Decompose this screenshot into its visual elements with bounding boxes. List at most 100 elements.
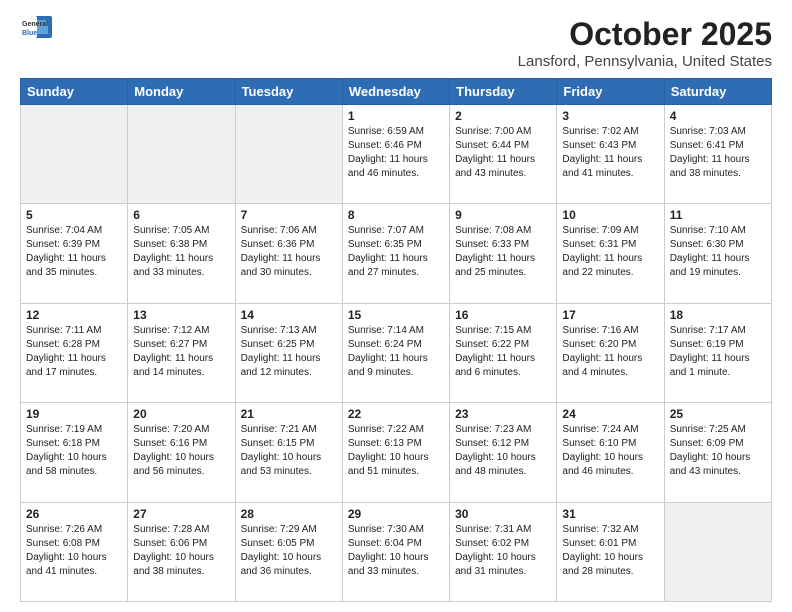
col-sunday: Sunday <box>21 79 128 105</box>
title-block: October 2025 Lansford, Pennsylvania, Uni… <box>518 16 772 70</box>
day-info: Sunrise: 7:21 AM Sunset: 6:15 PM Dayligh… <box>241 423 337 479</box>
calendar-cell: 26Sunrise: 7:26 AM Sunset: 6:08 PM Dayli… <box>21 502 128 601</box>
col-friday: Friday <box>557 79 664 105</box>
day-info: Sunrise: 7:11 AM Sunset: 6:28 PM Dayligh… <box>26 324 122 380</box>
day-info: Sunrise: 7:31 AM Sunset: 6:02 PM Dayligh… <box>455 523 551 579</box>
calendar-cell: 5 Sunrise: 7:04 AM Sunset: 6:39 PM Daylig… <box>21 204 128 303</box>
calendar-table: Sunday Monday Tuesday Wednesday Thursday… <box>20 78 772 602</box>
day-number: 3 <box>562 109 658 123</box>
day-info: Sunrise: 6:59 AM Sunset: 6:46 PM Dayligh… <box>348 125 444 181</box>
day-number: 26 <box>26 507 122 521</box>
day-number: 7 <box>241 208 337 222</box>
day-info: Sunrise: 7:22 AM Sunset: 6:13 PM Dayligh… <box>348 423 444 479</box>
day-info: Sunrise: 7:32 AM Sunset: 6:01 PM Dayligh… <box>562 523 658 579</box>
calendar-cell: 3 Sunrise: 7:02 AM Sunset: 6:43 PM Daylig… <box>557 105 664 204</box>
calendar-cell: 10Sunrise: 7:09 AM Sunset: 6:31 PM Dayli… <box>557 204 664 303</box>
day-info: Sunrise: 7:04 AM Sunset: 6:39 PM Dayligh… <box>26 224 122 280</box>
calendar-cell: 27Sunrise: 7:28 AM Sunset: 6:06 PM Dayli… <box>128 502 235 601</box>
calendar-cell: 22 Sunrise: 7:22 AM Sunset: 6:13 PM Dayli… <box>342 403 449 502</box>
day-info: Sunrise: 7:09 AM Sunset: 6:31 PM Dayligh… <box>562 224 658 280</box>
col-monday: Monday <box>128 79 235 105</box>
calendar-cell: 8 Sunrise: 7:07 AM Sunset: 6:35 PM Daylig… <box>342 204 449 303</box>
day-number: 28 <box>241 507 337 521</box>
day-number: 8 <box>348 208 444 222</box>
calendar-cell: 17Sunrise: 7:16 AM Sunset: 6:20 PM Dayli… <box>557 303 664 402</box>
day-info: Sunrise: 7:16 AM Sunset: 6:20 PM Dayligh… <box>562 324 658 380</box>
calendar-cell: 1Sunrise: 6:59 AM Sunset: 6:46 PM Daylig… <box>342 105 449 204</box>
day-number: 20 <box>133 407 229 421</box>
day-info: Sunrise: 7:05 AM Sunset: 6:38 PM Dayligh… <box>133 224 229 280</box>
day-number: 21 <box>241 407 337 421</box>
day-number: 23 <box>455 407 551 421</box>
calendar-cell: 25 Sunrise: 7:25 AM Sunset: 6:09 PM Dayli… <box>664 403 771 502</box>
day-number: 24 <box>562 407 658 421</box>
calendar-cell: 13 Sunrise: 7:12 AM Sunset: 6:27 PM Dayli… <box>128 303 235 402</box>
day-info: Sunrise: 7:02 AM Sunset: 6:43 PM Dayligh… <box>562 125 658 181</box>
col-tuesday: Tuesday <box>235 79 342 105</box>
col-thursday: Thursday <box>450 79 557 105</box>
calendar-week-row: 1Sunrise: 6:59 AM Sunset: 6:46 PM Daylig… <box>21 105 772 204</box>
calendar-cell: 12 Sunrise: 7:11 AM Sunset: 6:28 PM Dayli… <box>21 303 128 402</box>
calendar-cell: 14 Sunrise: 7:13 AM Sunset: 6:25 PM Dayli… <box>235 303 342 402</box>
day-number: 13 <box>133 308 229 322</box>
day-info: Sunrise: 7:28 AM Sunset: 6:06 PM Dayligh… <box>133 523 229 579</box>
calendar-cell: 18 Sunrise: 7:17 AM Sunset: 6:19 PM Dayli… <box>664 303 771 402</box>
day-info: Sunrise: 7:17 AM Sunset: 6:19 PM Dayligh… <box>670 324 766 380</box>
day-info: Sunrise: 7:06 AM Sunset: 6:36 PM Dayligh… <box>241 224 337 280</box>
day-number: 5 <box>26 208 122 222</box>
day-number: 16 <box>455 308 551 322</box>
calendar-cell: 31 Sunrise: 7:32 AM Sunset: 6:01 PM Dayli… <box>557 502 664 601</box>
day-number: 22 <box>348 407 444 421</box>
calendar-cell: 24 Sunrise: 7:24 AM Sunset: 6:10 PM Dayli… <box>557 403 664 502</box>
day-info: Sunrise: 7:30 AM Sunset: 6:04 PM Dayligh… <box>348 523 444 579</box>
calendar-week-row: 5 Sunrise: 7:04 AM Sunset: 6:39 PM Daylig… <box>21 204 772 303</box>
calendar-cell: 2 Sunrise: 7:00 AM Sunset: 6:44 PM Daylig… <box>450 105 557 204</box>
day-info: Sunrise: 7:19 AM Sunset: 6:18 PM Dayligh… <box>26 423 122 479</box>
calendar-title: October 2025 <box>518 16 772 53</box>
day-number: 2 <box>455 109 551 123</box>
calendar-week-row: 26Sunrise: 7:26 AM Sunset: 6:08 PM Dayli… <box>21 502 772 601</box>
col-saturday: Saturday <box>664 79 771 105</box>
day-number: 12 <box>26 308 122 322</box>
day-info: Sunrise: 7:23 AM Sunset: 6:12 PM Dayligh… <box>455 423 551 479</box>
day-number: 15 <box>348 308 444 322</box>
svg-text:Blue: Blue <box>22 30 37 37</box>
calendar-cell: 23 Sunrise: 7:23 AM Sunset: 6:12 PM Dayli… <box>450 403 557 502</box>
svg-text:General: General <box>22 21 48 28</box>
calendar-cell: 19 Sunrise: 7:19 AM Sunset: 6:18 PM Dayli… <box>21 403 128 502</box>
day-info: Sunrise: 7:10 AM Sunset: 6:30 PM Dayligh… <box>670 224 766 280</box>
page-header: General Blue October 2025 Lansford, Penn… <box>20 16 772 70</box>
day-number: 4 <box>670 109 766 123</box>
day-number: 9 <box>455 208 551 222</box>
calendar-cell: 21 Sunrise: 7:21 AM Sunset: 6:15 PM Dayli… <box>235 403 342 502</box>
calendar-cell: 15Sunrise: 7:14 AM Sunset: 6:24 PM Dayli… <box>342 303 449 402</box>
calendar-cell <box>21 105 128 204</box>
day-info: Sunrise: 7:07 AM Sunset: 6:35 PM Dayligh… <box>348 224 444 280</box>
logo-icon: General Blue <box>20 16 52 38</box>
calendar-cell: 30 Sunrise: 7:31 AM Sunset: 6:02 PM Dayli… <box>450 502 557 601</box>
calendar-cell: 29 Sunrise: 7:30 AM Sunset: 6:04 PM Dayli… <box>342 502 449 601</box>
calendar-subtitle: Lansford, Pennsylvania, United States <box>518 53 772 70</box>
day-info: Sunrise: 7:25 AM Sunset: 6:09 PM Dayligh… <box>670 423 766 479</box>
calendar-cell: 4Sunrise: 7:03 AM Sunset: 6:41 PM Daylig… <box>664 105 771 204</box>
calendar-cell: 16Sunrise: 7:15 AM Sunset: 6:22 PM Dayli… <box>450 303 557 402</box>
day-info: Sunrise: 7:13 AM Sunset: 6:25 PM Dayligh… <box>241 324 337 380</box>
calendar-cell <box>664 502 771 601</box>
day-info: Sunrise: 7:00 AM Sunset: 6:44 PM Dayligh… <box>455 125 551 181</box>
day-number: 25 <box>670 407 766 421</box>
calendar-header-row: Sunday Monday Tuesday Wednesday Thursday… <box>21 79 772 105</box>
day-info: Sunrise: 7:20 AM Sunset: 6:16 PM Dayligh… <box>133 423 229 479</box>
day-number: 14 <box>241 308 337 322</box>
day-number: 19 <box>26 407 122 421</box>
day-number: 31 <box>562 507 658 521</box>
calendar-week-row: 12 Sunrise: 7:11 AM Sunset: 6:28 PM Dayli… <box>21 303 772 402</box>
day-number: 29 <box>348 507 444 521</box>
calendar-cell: 11Sunrise: 7:10 AM Sunset: 6:30 PM Dayli… <box>664 204 771 303</box>
day-info: Sunrise: 7:12 AM Sunset: 6:27 PM Dayligh… <box>133 324 229 380</box>
day-number: 30 <box>455 507 551 521</box>
day-number: 18 <box>670 308 766 322</box>
calendar-cell: 28Sunrise: 7:29 AM Sunset: 6:05 PM Dayli… <box>235 502 342 601</box>
col-wednesday: Wednesday <box>342 79 449 105</box>
calendar-cell <box>128 105 235 204</box>
day-info: Sunrise: 7:24 AM Sunset: 6:10 PM Dayligh… <box>562 423 658 479</box>
